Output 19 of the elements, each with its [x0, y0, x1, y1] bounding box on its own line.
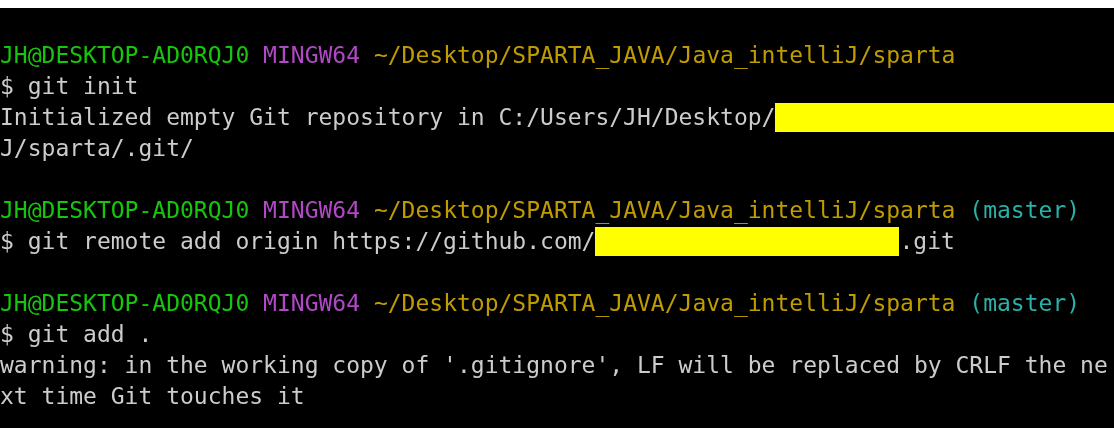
terminal-text: ~/Desktop/SPARTA_JAVA/Java_intelliJ/sparta — [373, 196, 957, 226]
terminal-text: JH@DESKTOP-AD0RQJ0 — [0, 289, 251, 318]
terminal-text: xt time Git touches it — [0, 382, 305, 411]
terminal-text: $ git add . — [0, 320, 153, 349]
terminal-text: (master) — [969, 289, 1081, 318]
terminal-text: warning: in the working copy of '.gitignore', LF will be replaced by CRLF the ne — [0, 351, 1108, 380]
terminal-text: $ git init — [0, 72, 139, 101]
terminal-text: Initialized empty Git repository in C:/Users/JH/Desktop/ — [0, 103, 776, 132]
terminal-text: MINGW64 — [263, 196, 362, 225]
terminal-text: $ git remote add origin https://github.com/ — [0, 227, 596, 256]
terminal-text: MINGW64 — [263, 41, 362, 70]
terminal-text: MINGW64 — [263, 289, 362, 318]
terminal-text: ~/Desktop/SPARTA_JAVA/Java_intelliJ/sparta — [373, 41, 956, 71]
terminal-text: ~/Desktop/SPARTA_JAVA/Java_intelliJ/sparta — [373, 289, 957, 319]
terminal-text: J/sparta/.git/ — [0, 134, 194, 163]
terminal-text: (master) — [969, 196, 1081, 225]
terminal-text: JH@DESKTOP-AD0RQJ0 — [0, 196, 251, 225]
terminal-text: .git — [899, 227, 955, 256]
terminal-text: JH@DESKTOP-AD0RQJ0 — [0, 41, 251, 70]
